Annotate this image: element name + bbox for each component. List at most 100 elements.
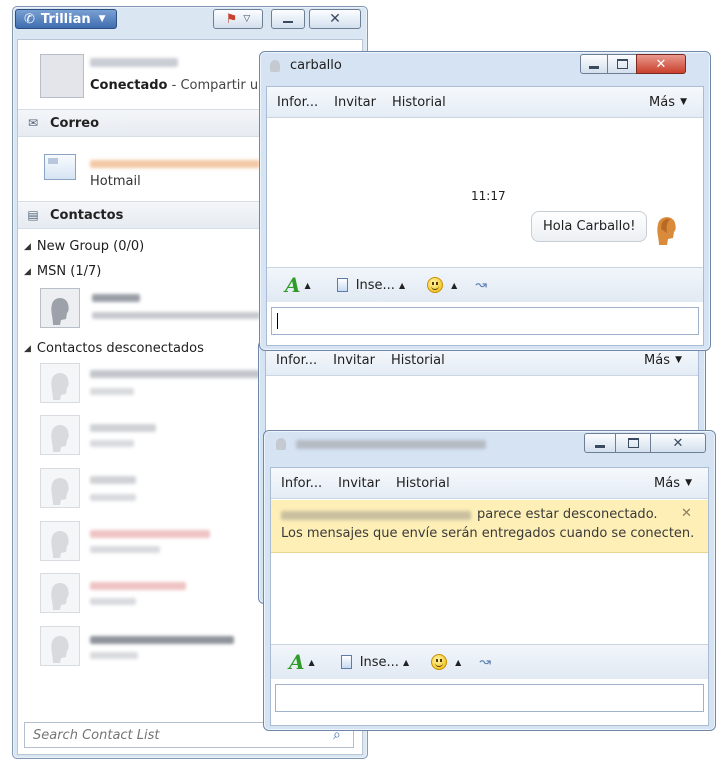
- envelope-icon: ✉: [27, 116, 39, 130]
- mail-address-redacted: [90, 160, 260, 168]
- font-color-icon[interactable]: A: [289, 650, 305, 674]
- chevron-down-icon: ▼: [675, 355, 682, 365]
- buddy-status-icon: [270, 59, 280, 72]
- emoticon-icon[interactable]: [427, 277, 444, 293]
- expand-triangle-icon: ◢: [24, 343, 31, 354]
- expand-triangle-icon: ◢: [24, 266, 31, 277]
- chat-toolbar: A ▲ Inse... ▲ ▲ ↝: [271, 644, 708, 679]
- close-notice-icon[interactable]: ✕: [681, 506, 692, 521]
- buddy-status-icon: [276, 438, 286, 450]
- insert-document-icon: [336, 278, 348, 292]
- offline-notice: parece estar desconectado. Los mensajes …: [271, 500, 708, 553]
- contact-list-titlebar: ✆ Trillian ▼ ⚑ ▽ ✕: [13, 7, 367, 37]
- contact-avatar[interactable]: [40, 521, 80, 561]
- font-color-icon[interactable]: A: [285, 273, 301, 297]
- chat-titlebar: carballo: [270, 58, 342, 73]
- message-input[interactable]: [275, 684, 704, 712]
- chevron-down-icon: ▼: [685, 478, 692, 488]
- contact-name-redacted: [90, 636, 234, 644]
- menu-invite[interactable]: Invitar: [333, 353, 375, 368]
- menu-invite[interactable]: Invitar: [338, 476, 380, 491]
- chat-window-carballo: carballo ✕ Infor... Invitar Historial Má…: [259, 51, 711, 351]
- chevron-down-icon: ▼: [98, 14, 106, 24]
- own-avatar[interactable]: [40, 54, 84, 98]
- person-silhouette-icon: [41, 627, 79, 665]
- menu-history[interactable]: Historial: [392, 95, 446, 110]
- close-button[interactable]: ✕: [309, 9, 361, 29]
- contact-avatar[interactable]: [40, 288, 80, 328]
- person-silhouette-icon: [41, 574, 79, 612]
- contact-avatar[interactable]: [40, 363, 80, 403]
- contact-status-redacted: [90, 440, 134, 447]
- status-text: Conectado: [90, 78, 168, 93]
- insert-button[interactable]: Inse...: [360, 655, 399, 670]
- menu-more[interactable]: Más: [644, 353, 670, 368]
- mail-section-label: Correo: [50, 115, 100, 131]
- menu-more[interactable]: Más: [649, 95, 675, 110]
- own-status[interactable]: Conectado - Compartir un: [90, 78, 266, 93]
- own-name-redacted: [90, 58, 178, 67]
- chevron-up-icon[interactable]: ▲: [309, 658, 315, 667]
- contact-status-redacted: [90, 598, 136, 605]
- message-timestamp: 11:17: [471, 189, 506, 203]
- group-label: MSN (1/7): [36, 264, 102, 279]
- notice-line-2: Los mensajes que envíe serán entregados …: [281, 526, 695, 541]
- chevron-up-icon[interactable]: ▲: [451, 281, 457, 290]
- contact-status-redacted: [92, 312, 260, 319]
- insert-button[interactable]: Inse...: [356, 278, 395, 293]
- contact-avatar[interactable]: [40, 468, 80, 508]
- chevron-up-icon[interactable]: ▲: [455, 658, 461, 667]
- chevron-up-icon[interactable]: ▲: [403, 658, 409, 667]
- chevron-up-icon[interactable]: ▲: [305, 281, 311, 290]
- menu-info[interactable]: Infor...: [276, 353, 317, 368]
- minimize-icon: [595, 444, 605, 448]
- contact-status-redacted: [90, 546, 160, 553]
- chevron-up-icon[interactable]: ▲: [399, 281, 405, 290]
- group-new-group[interactable]: ◢ New Group (0/0): [24, 239, 144, 254]
- minimize-button[interactable]: [271, 9, 305, 29]
- contact-avatar[interactable]: [40, 626, 80, 666]
- close-icon: ✕: [329, 11, 341, 27]
- minimize-button[interactable]: [580, 54, 608, 74]
- contact-avatar[interactable]: [40, 573, 80, 613]
- contact-avatar[interactable]: [40, 415, 80, 455]
- menu-invite[interactable]: Invitar: [334, 95, 376, 110]
- close-button[interactable]: ✕: [636, 54, 686, 74]
- group-offline[interactable]: ◢ Contactos desconectados: [24, 341, 204, 356]
- menu-info[interactable]: Infor...: [277, 95, 318, 110]
- close-icon: ✕: [672, 435, 684, 451]
- close-button[interactable]: ✕: [650, 433, 706, 453]
- emoticon-icon[interactable]: [431, 654, 448, 670]
- maximize-button[interactable]: [607, 54, 637, 74]
- nudge-icon[interactable]: ↝: [475, 277, 487, 293]
- message-input[interactable]: [271, 307, 699, 335]
- mail-account-label[interactable]: Hotmail: [90, 174, 141, 189]
- menu-history[interactable]: Historial: [396, 476, 450, 491]
- message-bubble: Hola Carballo!: [531, 211, 648, 242]
- contact-status-redacted: [90, 652, 138, 659]
- minimize-icon: [589, 65, 599, 69]
- alert-icon: ⚑: [225, 11, 238, 27]
- person-avatar-icon: [657, 217, 676, 245]
- maximize-icon: [627, 438, 639, 448]
- chat-toolbar: A ▲ Inse... ▲ ▲ ↝: [267, 267, 703, 302]
- trillian-logo-icon: ✆: [24, 11, 35, 27]
- person-silhouette-icon: [41, 289, 79, 327]
- mail-account-icon: [44, 154, 76, 180]
- chat-title: carballo: [290, 58, 342, 73]
- contact-name-redacted: [281, 511, 471, 520]
- group-msn[interactable]: ◢ MSN (1/7): [24, 264, 101, 279]
- chat-menubar: Infor... Invitar Historial Más ▼: [267, 87, 703, 118]
- close-icon: ✕: [655, 56, 667, 72]
- contact-name-redacted: [90, 424, 156, 432]
- alert-button[interactable]: ⚑ ▽: [213, 9, 263, 29]
- maximize-button[interactable]: [615, 433, 651, 453]
- minimize-button[interactable]: [584, 433, 616, 453]
- chat-menubar: Infor... Invitar Historial Más ▼: [271, 468, 708, 499]
- menu-more[interactable]: Más: [654, 476, 680, 491]
- trillian-menu-button[interactable]: ✆ Trillian ▼: [15, 9, 117, 29]
- menu-history[interactable]: Historial: [391, 353, 445, 368]
- menu-info[interactable]: Infor...: [281, 476, 322, 491]
- chat-main-body: Infor... Invitar Historial Más ▼ 11:17 H…: [266, 86, 704, 346]
- nudge-icon[interactable]: ↝: [479, 654, 491, 670]
